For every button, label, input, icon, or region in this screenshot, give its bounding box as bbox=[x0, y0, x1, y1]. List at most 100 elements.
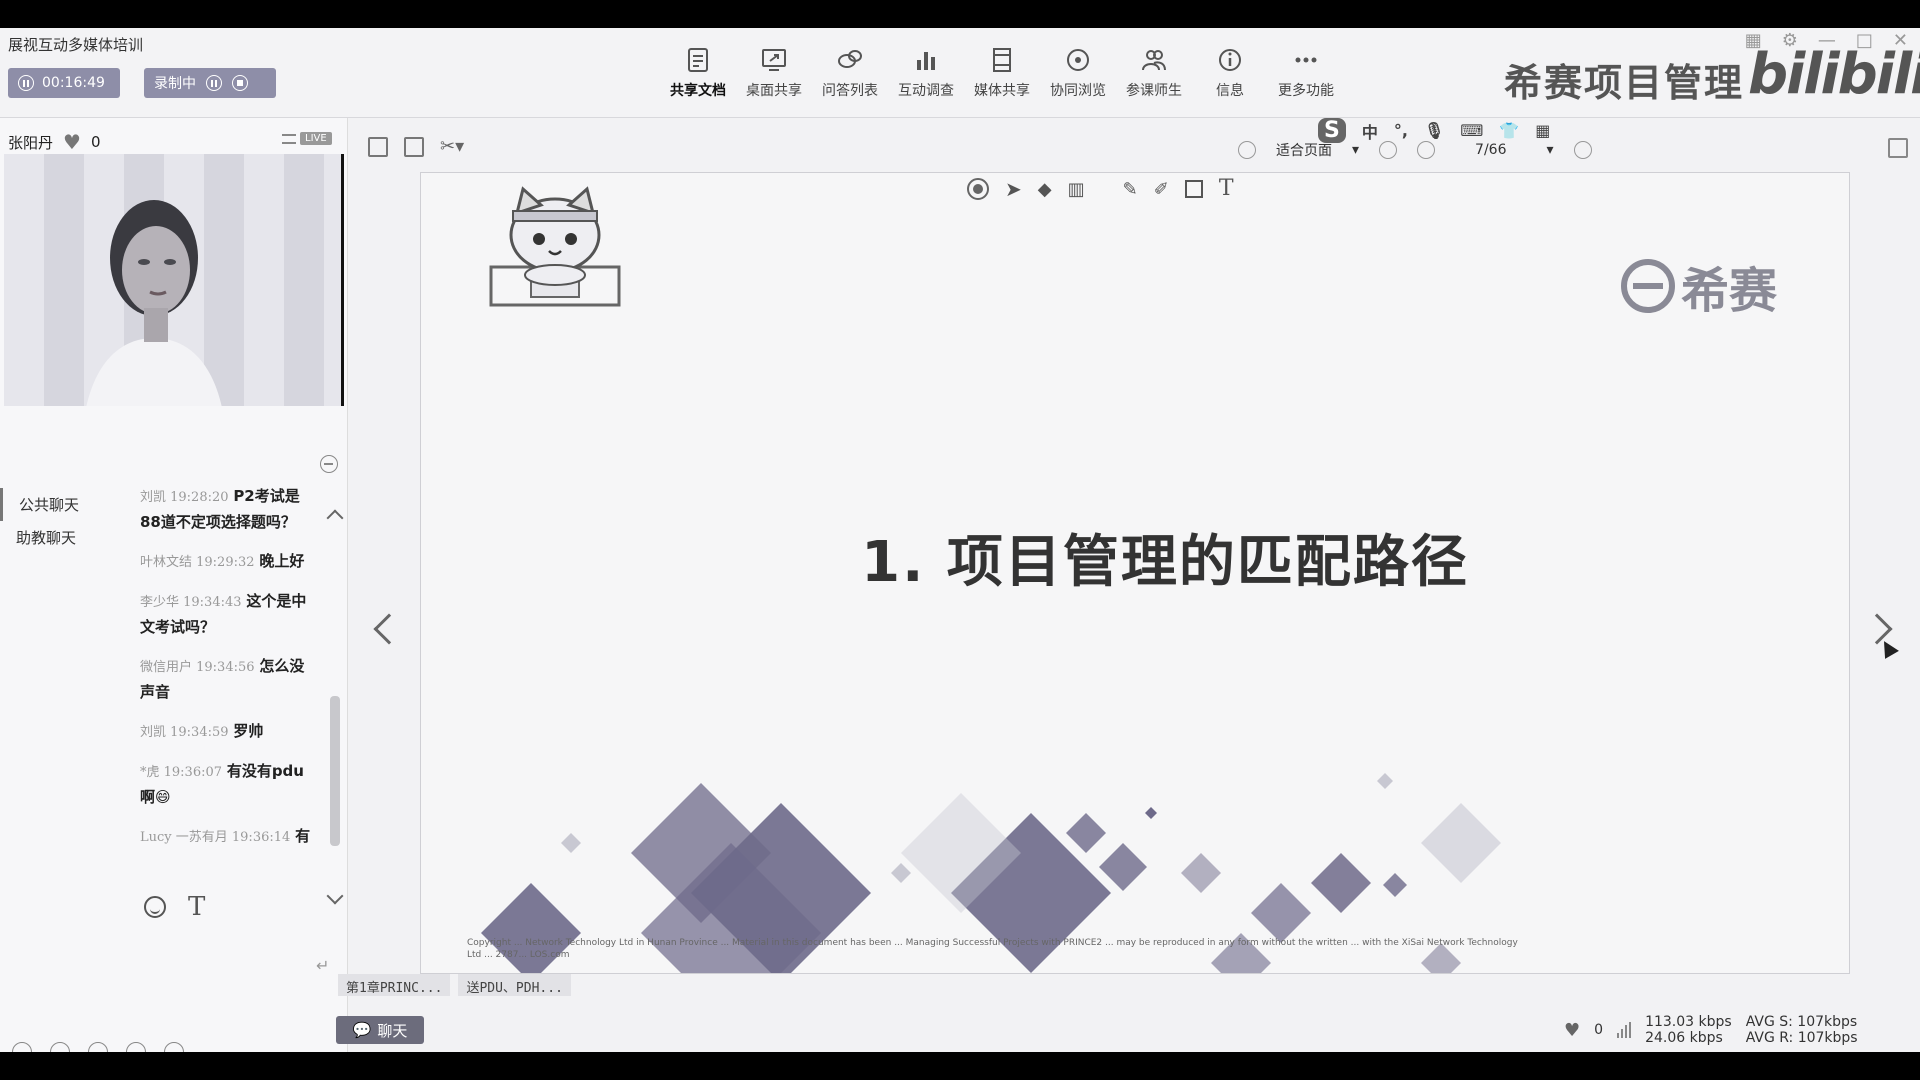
live-tag: LIVE bbox=[282, 132, 332, 145]
app-window: 展视互动多媒体培训 00:16:49 录制中 共享文档 桌面共享 问答列表 互动… bbox=[0, 28, 1920, 1052]
page-indicator[interactable]: 7/66 bbox=[1475, 142, 1506, 158]
next-page-icon[interactable] bbox=[1573, 141, 1592, 159]
chat-input-tools: T bbox=[144, 892, 205, 922]
signal-icon bbox=[1617, 1022, 1632, 1038]
record-pause-icon[interactable] bbox=[206, 75, 222, 91]
tool-media-share[interactable]: 媒体共享 bbox=[964, 46, 1040, 100]
chat-message: 刘凯 19:34:59 罗帅 bbox=[140, 719, 318, 745]
record-stop-icon[interactable] bbox=[232, 75, 248, 91]
message-text: 有 bbox=[295, 827, 311, 845]
tab-assistant-chat[interactable]: 助教聊天 bbox=[0, 521, 130, 554]
highlighter-icon[interactable]: ✎ bbox=[1123, 179, 1138, 200]
tool-qa-list[interactable]: 问答列表 bbox=[812, 46, 888, 100]
slide-title: 1. 项目管理的匹配路径 bbox=[861, 530, 1469, 595]
scroll-up-icon[interactable] bbox=[326, 509, 344, 527]
emoji-icon[interactable] bbox=[144, 896, 166, 918]
tool-label: 媒体共享 bbox=[974, 83, 1030, 99]
tool-info[interactable]: 信息 bbox=[1192, 46, 1268, 100]
collapse-video-button[interactable] bbox=[320, 455, 338, 473]
select-arrow-icon[interactable]: ➤ bbox=[1005, 177, 1022, 201]
ime-punct-icon[interactable]: °, bbox=[1394, 121, 1408, 140]
ime-grid-icon[interactable]: ▦ bbox=[1535, 121, 1550, 140]
doc-tab[interactable]: 送PDU、PDH... bbox=[458, 974, 571, 996]
new-document-icon[interactable] bbox=[404, 136, 424, 157]
message-meta: 刘凯 19:34:59 bbox=[140, 725, 229, 740]
minimize-icon[interactable]: — bbox=[1818, 30, 1836, 51]
speaker-icon[interactable] bbox=[12, 1042, 32, 1052]
avg-receive: AVG R: 107kbps bbox=[1745, 1030, 1858, 1046]
record-status[interactable]: 录制中 bbox=[144, 68, 276, 98]
fit-page-select[interactable]: 适合页面 bbox=[1276, 140, 1332, 160]
tool-co-browse[interactable]: 协同浏览 bbox=[1040, 46, 1116, 100]
pen-icon[interactable]: ✐ bbox=[1154, 179, 1169, 200]
ime-mode[interactable]: 中 bbox=[1362, 119, 1378, 143]
eraser-icon[interactable]: ◆ bbox=[1038, 179, 1052, 200]
ime-keyboard-icon[interactable]: ⌨ bbox=[1460, 121, 1483, 140]
settings-icon[interactable]: ⚙ bbox=[1782, 30, 1798, 51]
desktop-share-icon bbox=[762, 49, 786, 71]
message-meta: 李少华 19:34:43 bbox=[140, 595, 242, 610]
list-icon[interactable] bbox=[282, 133, 296, 144]
enter-icon[interactable]: ↵ bbox=[316, 956, 329, 975]
avg-send: AVG S: 107kbps bbox=[1745, 1014, 1858, 1030]
presenter-figure bbox=[86, 200, 222, 406]
chat-toggle-button[interactable]: 💬 聊天 bbox=[336, 1016, 424, 1044]
laser-pointer-icon[interactable] bbox=[967, 178, 989, 200]
equalizer-icon[interactable] bbox=[126, 1042, 146, 1052]
chat-messages: 刘凯 19:28:20 P2考试是88道不定项选择题吗？ 叶林文结 19:29:… bbox=[140, 484, 318, 864]
text-tool-icon[interactable]: T bbox=[1219, 178, 1241, 200]
settings-gear-icon[interactable] bbox=[164, 1042, 184, 1052]
tool-label: 协同浏览 bbox=[1050, 83, 1106, 99]
users-icon bbox=[1142, 50, 1166, 71]
fullscreen-icon[interactable] bbox=[1888, 138, 1908, 158]
maximize-icon[interactable]: □ bbox=[1856, 30, 1873, 51]
bitrate: 113.03 kbps 24.06 kbps bbox=[1645, 1014, 1732, 1046]
page-dropdown-icon[interactable]: ▾ bbox=[1546, 142, 1553, 158]
slide-copyright: Copyright ... Network Technology Ltd in … bbox=[467, 938, 1518, 960]
scissors-icon[interactable]: ✂▾ bbox=[440, 136, 464, 157]
session-timer[interactable]: 00:16:49 bbox=[8, 68, 120, 98]
text-format-icon[interactable]: T bbox=[188, 892, 205, 922]
message-meta: 微信用户 19:34:56 bbox=[140, 660, 255, 675]
ime-skin-icon[interactable]: 👕 bbox=[1499, 121, 1519, 140]
tool-shared-docs[interactable]: 共享文档 bbox=[660, 46, 736, 100]
zoom-out-icon[interactable] bbox=[1379, 141, 1398, 159]
rectangle-icon[interactable] bbox=[1184, 180, 1203, 198]
scroll-thumb[interactable] bbox=[330, 696, 340, 846]
dropdown-icon[interactable]: ▾ bbox=[1352, 142, 1359, 158]
prev-page-icon[interactable] bbox=[1417, 141, 1436, 159]
clear-brush-icon[interactable]: ▥ bbox=[1068, 179, 1085, 200]
tool-survey[interactable]: 互动调查 bbox=[888, 46, 964, 100]
ime-mic-icon[interactable]: 🎙 bbox=[1424, 121, 1444, 140]
host-name: 张阳丹 bbox=[8, 133, 54, 152]
heart-icon[interactable]: ♥ bbox=[63, 130, 81, 154]
document-viewer: ✂▾ S 中 °, 🎙 ⌨ 👕 ▦ 适合页面 ▾ 7/66 ▾ ➤ ◆ ▥ ✎ … bbox=[336, 118, 1920, 1052]
doc-tab[interactable]: 第1章PRINC... bbox=[338, 974, 451, 996]
tool-desktop-share[interactable]: 桌面共享 bbox=[736, 46, 812, 100]
microphone-icon[interactable] bbox=[50, 1042, 70, 1052]
info-icon bbox=[1219, 49, 1241, 71]
chat-scrollbar[interactable] bbox=[326, 506, 344, 906]
tool-label: 信息 bbox=[1216, 83, 1244, 99]
tool-label: 问答列表 bbox=[822, 83, 878, 99]
main-toolbar: 共享文档 桌面共享 问答列表 互动调查 媒体共享 协同浏览 参课师生 信息 更多… bbox=[660, 46, 1344, 100]
slide-logo: 希赛 bbox=[1621, 251, 1777, 321]
live-badge: LIVE bbox=[300, 132, 332, 145]
heart-icon[interactable]: ♥ bbox=[1564, 1020, 1580, 1041]
open-folder-icon[interactable] bbox=[368, 136, 388, 157]
message-meta: *虎 19:36:07 bbox=[140, 765, 223, 780]
tab-public-chat[interactable]: 公共聊天 bbox=[0, 488, 130, 521]
tool-more[interactable]: 更多功能 bbox=[1268, 46, 1344, 100]
message-text: 晚上好 bbox=[259, 552, 305, 570]
message-meta: 叶林文结 19:29:32 bbox=[140, 555, 255, 570]
camera-icon[interactable] bbox=[88, 1042, 108, 1052]
document-tabs: 第1章PRINC... 送PDU、PDH... bbox=[338, 974, 571, 996]
rotate-icon[interactable] bbox=[1238, 141, 1256, 159]
scroll-down-icon[interactable] bbox=[326, 887, 344, 905]
message-meta: 刘凯 19:28:20 bbox=[140, 490, 229, 505]
close-icon[interactable]: ✕ bbox=[1893, 30, 1908, 51]
tool-participants[interactable]: 参课师生 bbox=[1116, 46, 1192, 100]
layout-icon[interactable]: ▦ bbox=[1745, 30, 1762, 51]
prev-slide-button[interactable] bbox=[373, 613, 405, 645]
annotation-toolbar: ➤ ◆ ▥ ✎ ✐ T bbox=[967, 177, 1241, 201]
